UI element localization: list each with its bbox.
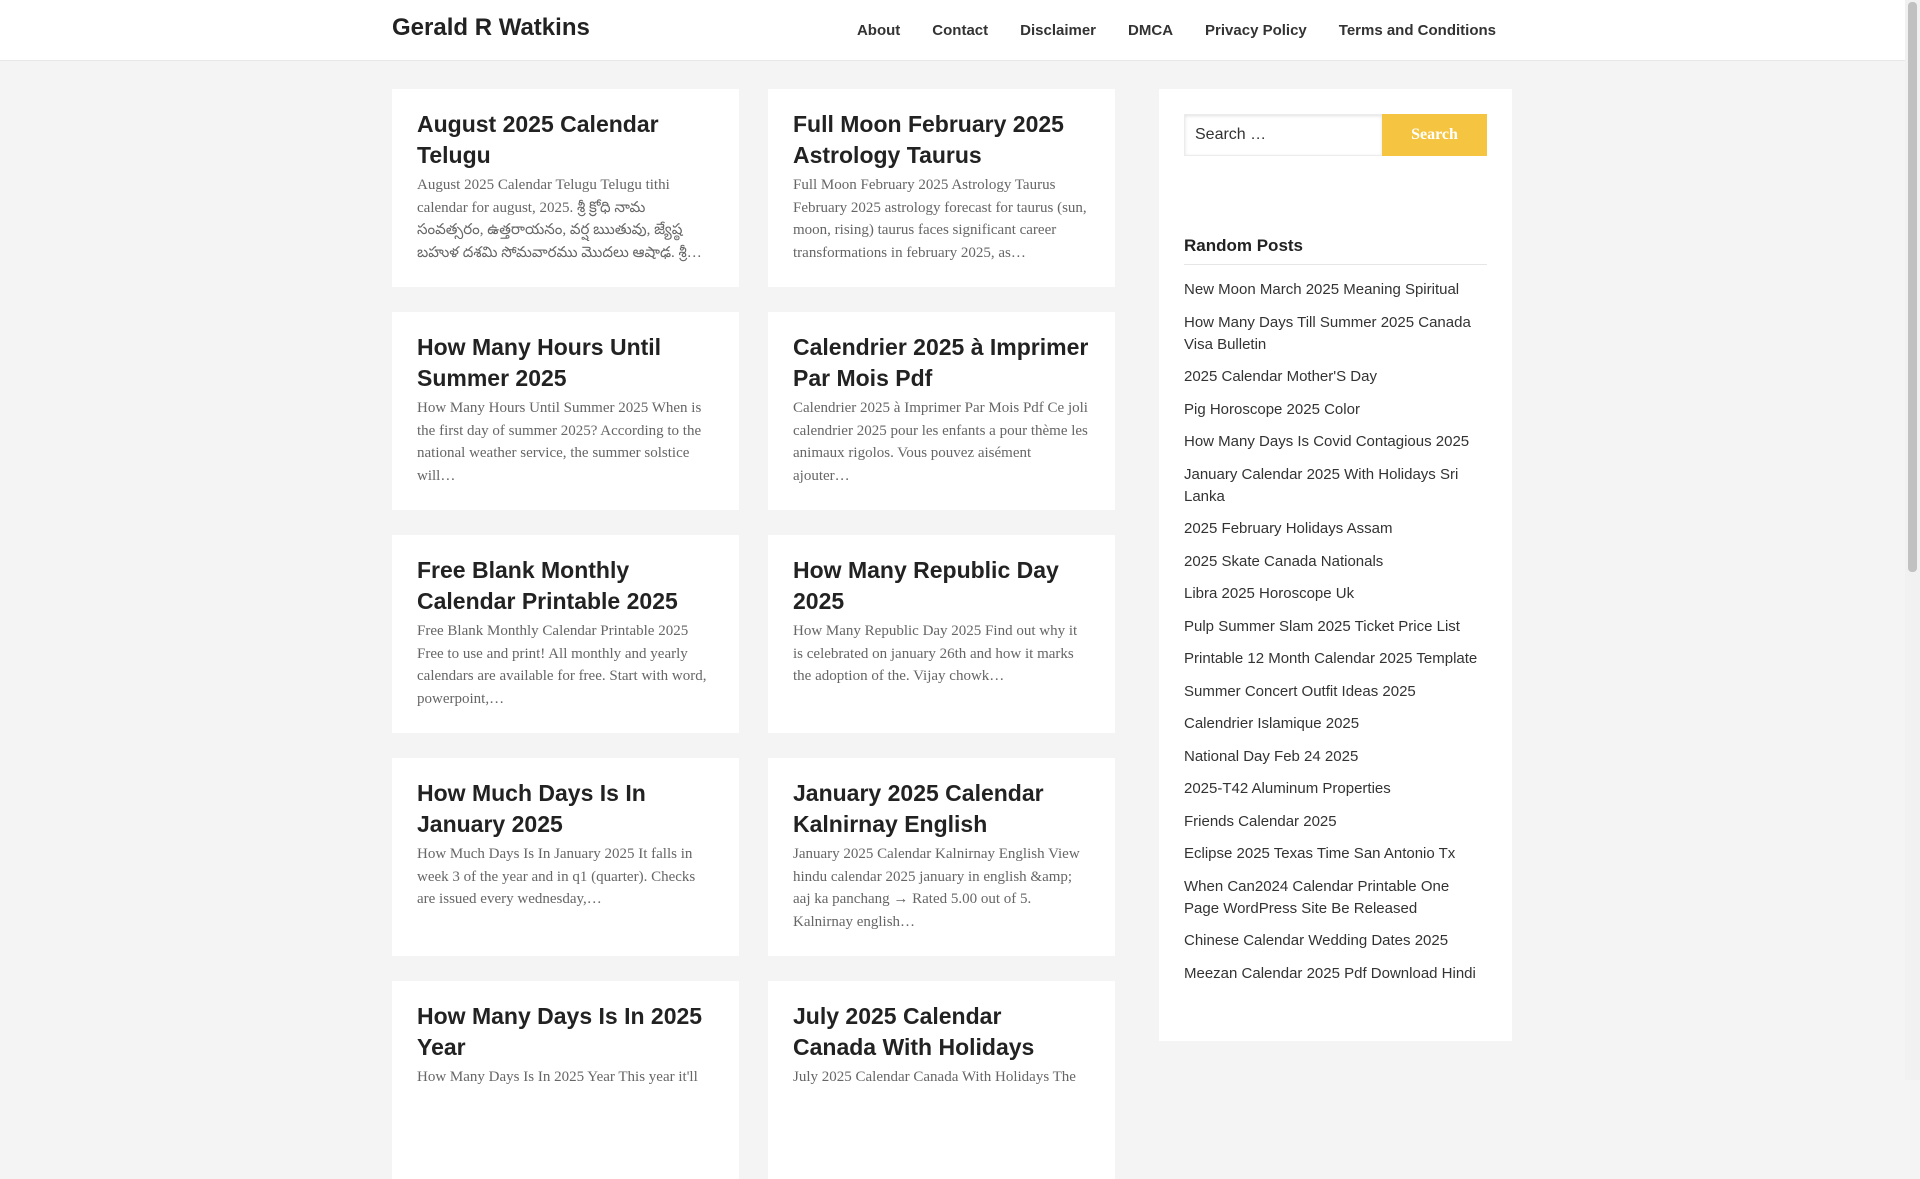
random-post-link[interactable]: Summer Concert Outfit Ideas 2025 [1184, 683, 1416, 700]
list-item: 2025 Skate Canada Nationals [1184, 551, 1487, 573]
search-button[interactable]: Search [1382, 114, 1487, 156]
post-card: Free Blank Monthly Calendar Printable 20… [392, 535, 739, 733]
random-post-link[interactable]: How Many Days Is Covid Contagious 2025 [1184, 433, 1469, 450]
random-post-link[interactable]: Calendrier Islamique 2025 [1184, 715, 1359, 732]
post-card: July 2025 Calendar Canada With Holidays … [768, 981, 1115, 1179]
list-item: National Day Feb 24 2025 [1184, 746, 1487, 768]
post-title[interactable]: How Much Days Is In January 2025 [417, 778, 714, 840]
post-title[interactable]: How Many Hours Until Summer 2025 [417, 332, 714, 394]
list-item: Friends Calendar 2025 [1184, 811, 1487, 833]
random-post-link[interactable]: Pig Horoscope 2025 Color [1184, 401, 1360, 418]
random-post-link[interactable]: 2025 Skate Canada Nationals [1184, 553, 1383, 570]
post-card: August 2025 Calendar Telugu August 2025 … [392, 89, 739, 287]
nav-dmca[interactable]: DMCA [1128, 22, 1173, 39]
post-excerpt: January 2025 Calendar Kalnirnay English … [793, 846, 1080, 930]
list-item: Summer Concert Outfit Ideas 2025 [1184, 681, 1487, 703]
list-item: New Moon March 2025 Meaning Spiritual [1184, 279, 1487, 301]
post-title[interactable]: January 2025 Calendar Kalnirnay English [793, 778, 1090, 840]
search-form: Search [1184, 114, 1487, 156]
list-item: 2025 Calendar Mother'S Day [1184, 366, 1487, 388]
nav-disclaimer[interactable]: Disclaimer [1020, 22, 1096, 39]
random-post-link[interactable]: Libra 2025 Horoscope Uk [1184, 585, 1354, 602]
random-post-link[interactable]: 2025 February Holidays Assam [1184, 520, 1392, 537]
post-excerpt: How Many Hours Until Summer 2025 When is… [417, 400, 702, 484]
post-title[interactable]: How Many Republic Day 2025 [793, 555, 1090, 617]
search-input[interactable] [1184, 114, 1382, 156]
list-item: Libra 2025 Horoscope Uk [1184, 583, 1487, 605]
list-item: Pig Horoscope 2025 Color [1184, 399, 1487, 421]
random-post-link[interactable]: New Moon March 2025 Meaning Spiritual [1184, 281, 1459, 298]
post-excerpt: How Much Days Is In January 2025 It fall… [417, 846, 696, 907]
post-excerpt: How Many Republic Day 2025 Find out why … [793, 623, 1078, 684]
post-card: Full Moon February 2025 Astrology Taurus… [768, 89, 1115, 287]
random-post-link[interactable]: Chinese Calendar Wedding Dates 2025 [1184, 932, 1448, 949]
post-card: Calendrier 2025 à Imprimer Par Mois Pdf … [768, 312, 1115, 510]
site-header: Gerald R Watkins About Contact Disclaime… [0, 0, 1905, 61]
random-post-link[interactable]: Printable 12 Month Calendar 2025 Templat… [1184, 650, 1477, 667]
post-excerpt: July 2025 Calendar Canada With Holidays … [793, 1069, 1076, 1085]
post-card: How Many Republic Day 2025 How Many Repu… [768, 535, 1115, 733]
list-item: Printable 12 Month Calendar 2025 Templat… [1184, 648, 1487, 670]
list-item: Pulp Summer Slam 2025 Ticket Price List [1184, 616, 1487, 638]
list-item: 2025-T42 Aluminum Properties [1184, 778, 1487, 800]
post-title[interactable]: July 2025 Calendar Canada With Holidays [793, 1001, 1090, 1063]
list-item: Eclipse 2025 Texas Time San Antonio Tx [1184, 843, 1487, 865]
post-title[interactable]: Free Blank Monthly Calendar Printable 20… [417, 555, 714, 617]
page-scrollbar[interactable] [1905, 0, 1920, 1080]
nav-privacy-policy[interactable]: Privacy Policy [1205, 22, 1307, 39]
post-excerpt: How Many Days Is In 2025 Year This year … [417, 1069, 698, 1085]
post-card: How Much Days Is In January 2025 How Muc… [392, 758, 739, 956]
list-item: Meezan Calendar 2025 Pdf Download Hindi [1184, 963, 1487, 985]
nav-contact[interactable]: Contact [932, 22, 988, 39]
random-post-link[interactable]: National Day Feb 24 2025 [1184, 748, 1358, 765]
random-posts-list: New Moon March 2025 Meaning Spiritual Ho… [1184, 265, 1487, 985]
post-excerpt: August 2025 Calendar Telugu Telugu tithi… [417, 177, 702, 261]
site-title[interactable]: Gerald R Watkins [392, 14, 590, 42]
post-grid: August 2025 Calendar Telugu August 2025 … [392, 89, 1160, 1179]
random-post-link[interactable]: Pulp Summer Slam 2025 Ticket Price List [1184, 618, 1460, 635]
list-item: Calendrier Islamique 2025 [1184, 713, 1487, 735]
random-post-link[interactable]: Eclipse 2025 Texas Time San Antonio Tx [1184, 845, 1455, 862]
list-item: January Calendar 2025 With Holidays Sri … [1184, 464, 1487, 508]
random-post-link[interactable]: 2025 Calendar Mother'S Day [1184, 368, 1377, 385]
nav-terms-and-conditions[interactable]: Terms and Conditions [1339, 22, 1496, 39]
list-item: How Many Days Till Summer 2025 Canada Vi… [1184, 312, 1487, 356]
post-title[interactable]: August 2025 Calendar Telugu [417, 109, 714, 171]
random-post-link[interactable]: Friends Calendar 2025 [1184, 813, 1337, 830]
list-item: 2025 February Holidays Assam [1184, 518, 1487, 540]
post-card: January 2025 Calendar Kalnirnay English … [768, 758, 1115, 956]
post-excerpt: Full Moon February 2025 Astrology Taurus… [793, 177, 1087, 261]
random-post-link[interactable]: January Calendar 2025 With Holidays Sri … [1184, 466, 1458, 505]
post-excerpt: Free Blank Monthly Calendar Printable 20… [417, 623, 707, 707]
sidebar: Search Random Posts New Moon March 2025 … [1159, 89, 1512, 1041]
random-post-link[interactable]: 2025-T42 Aluminum Properties [1184, 780, 1391, 797]
nav-about[interactable]: About [857, 22, 900, 39]
random-post-link[interactable]: How Many Days Till Summer 2025 Canada Vi… [1184, 314, 1471, 353]
main-nav: About Contact Disclaimer DMCA Privacy Po… [825, 0, 1496, 60]
list-item: When Can2024 Calendar Printable One Page… [1184, 876, 1487, 920]
scrollbar-thumb[interactable] [1908, 2, 1917, 572]
list-item: How Many Days Is Covid Contagious 2025 [1184, 431, 1487, 453]
random-post-link[interactable]: Meezan Calendar 2025 Pdf Download Hindi [1184, 965, 1476, 982]
post-card: How Many Days Is In 2025 Year How Many D… [392, 981, 739, 1179]
random-posts-title: Random Posts [1184, 236, 1487, 265]
post-title[interactable]: Calendrier 2025 à Imprimer Par Mois Pdf [793, 332, 1090, 394]
list-item: Chinese Calendar Wedding Dates 2025 [1184, 930, 1487, 952]
random-post-link[interactable]: When Can2024 Calendar Printable One Page… [1184, 878, 1449, 917]
post-title[interactable]: Full Moon February 2025 Astrology Taurus [793, 109, 1090, 171]
post-excerpt: Calendrier 2025 à Imprimer Par Mois Pdf … [793, 400, 1088, 484]
post-card: How Many Hours Until Summer 2025 How Man… [392, 312, 739, 510]
post-title[interactable]: How Many Days Is In 2025 Year [417, 1001, 714, 1063]
